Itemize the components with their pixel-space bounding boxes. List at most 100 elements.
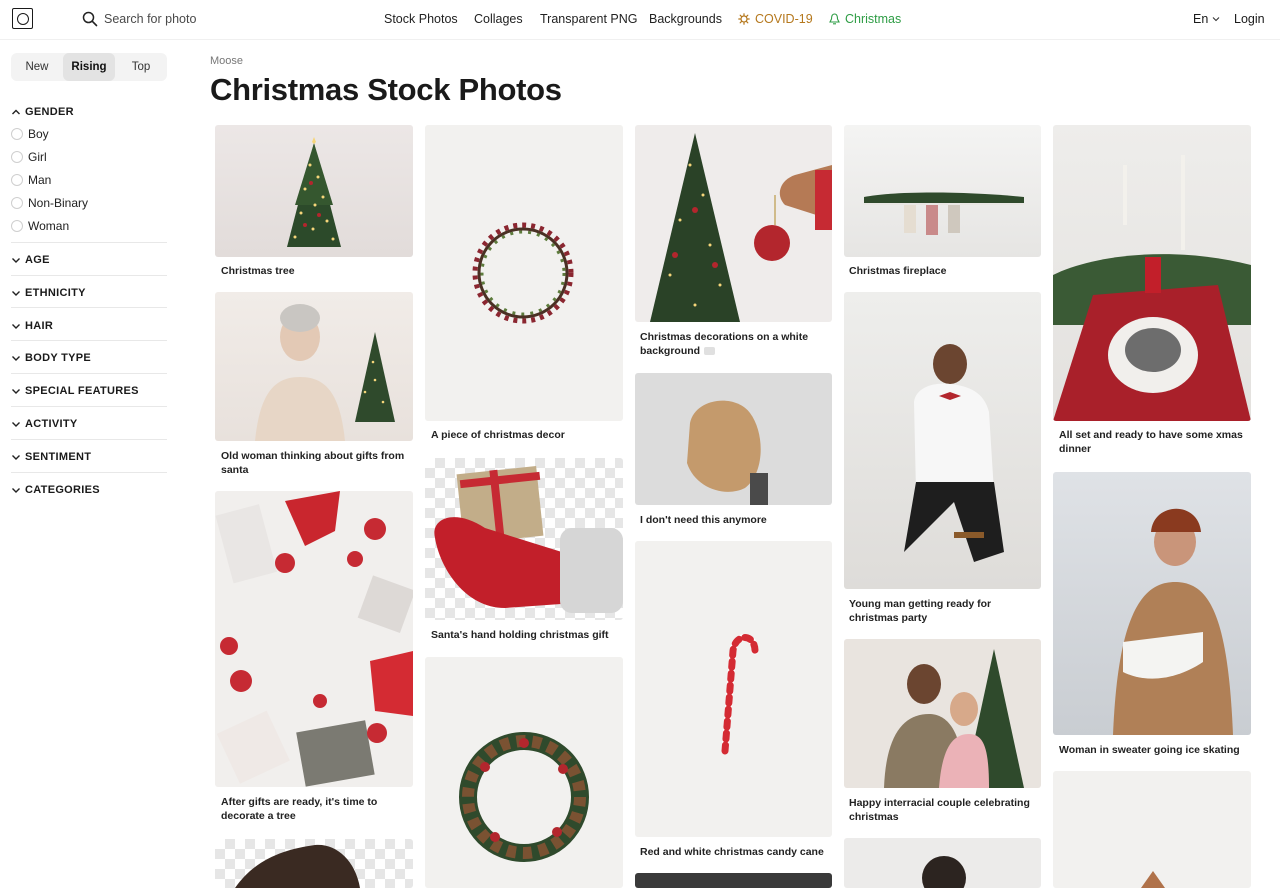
- language-selector[interactable]: En: [1193, 12, 1220, 26]
- chevron-down-icon: [12, 422, 20, 427]
- nav-collages[interactable]: Collages: [474, 0, 523, 38]
- radio-button[interactable]: [11, 197, 23, 209]
- tree-image: [287, 137, 341, 247]
- filter-title: ETHNICITY: [25, 287, 86, 299]
- radio-button[interactable]: [11, 220, 23, 232]
- photo-xmas-dinner[interactable]: [1053, 125, 1251, 421]
- breadcrumb[interactable]: Moose: [210, 55, 243, 67]
- photo-caption: All set and ready to have some xmas dinn…: [1059, 429, 1243, 455]
- login-link[interactable]: Login: [1234, 12, 1265, 26]
- gender-option-woman[interactable]: Woman: [11, 219, 69, 233]
- photo-christmas-tree[interactable]: [215, 125, 413, 257]
- radio-button[interactable]: [11, 128, 23, 140]
- photo-transparent-hand[interactable]: [215, 839, 413, 888]
- filter-title: CATEGORIES: [25, 484, 100, 496]
- divider: [11, 439, 167, 440]
- photo-caption: Christmas decorations on a white backgro…: [640, 331, 809, 357]
- photo-caption: Red and white christmas candy cane: [640, 846, 824, 858]
- photo-ice-skating[interactable]: [1053, 472, 1251, 735]
- photo-couple[interactable]: [844, 639, 1041, 788]
- photo-caption: Christmas tree: [221, 265, 295, 277]
- photo-caption: Woman in sweater going ice skating: [1059, 744, 1240, 756]
- nav-backgrounds[interactable]: Backgrounds: [649, 0, 722, 38]
- photo-man-bottom[interactable]: [844, 838, 1041, 888]
- option-label: Non-Binary: [28, 196, 89, 210]
- couple-image: [884, 649, 1024, 788]
- divider: [11, 340, 167, 341]
- filter-ethnicity[interactable]: ETHNICITY: [11, 285, 167, 301]
- filter-gender[interactable]: GENDER: [11, 104, 167, 120]
- dinner-image: [1053, 155, 1251, 421]
- filter-activity[interactable]: ACTIVITY: [11, 416, 167, 432]
- portrait-image: [922, 856, 966, 888]
- search-input[interactable]: [96, 9, 256, 29]
- nav-transparent-png[interactable]: Transparent PNG: [540, 0, 638, 38]
- ai-badge-icon: [704, 347, 716, 356]
- mitten-image: [434, 466, 623, 613]
- option-label: Girl: [28, 150, 47, 164]
- filter-special-features[interactable]: SPECIAL FEATURES: [11, 383, 167, 399]
- photo-young-man[interactable]: [844, 292, 1041, 589]
- filter-categories[interactable]: CATEGORIES: [11, 482, 167, 498]
- nav-stock-photos[interactable]: Stock Photos: [384, 0, 458, 38]
- filter-hair[interactable]: HAIR: [11, 318, 167, 334]
- filter-age[interactable]: AGE: [11, 252, 167, 268]
- chevron-down-icon: [12, 488, 20, 493]
- filter-sentiment[interactable]: SENTIMENT: [11, 449, 167, 465]
- chevron-down-icon: [12, 291, 20, 296]
- page-title: Christmas Stock Photos: [210, 72, 562, 107]
- photo-christmas-decor[interactable]: [425, 125, 623, 421]
- chevron-down-icon: [12, 389, 20, 394]
- photo-caption: Young man getting ready for christmas pa…: [849, 598, 992, 624]
- bell-icon: [829, 13, 840, 25]
- woman-image: [255, 304, 395, 441]
- radio-button[interactable]: [11, 151, 23, 163]
- photo-caption: Old woman thinking about gifts from sant…: [221, 450, 405, 476]
- candy-cane-image: [721, 634, 759, 755]
- sort-toggle: New Rising Top: [11, 53, 167, 81]
- gender-option-man[interactable]: Man: [11, 173, 51, 187]
- photo-fireplace[interactable]: [844, 125, 1041, 257]
- photo-gifts-flatlay[interactable]: [215, 491, 413, 787]
- sort-new[interactable]: New: [11, 53, 63, 81]
- virus-icon: [738, 13, 750, 25]
- photo-old-woman[interactable]: [215, 292, 413, 441]
- filter-title: HAIR: [25, 320, 54, 332]
- filter-title: GENDER: [25, 106, 74, 118]
- top-bar: Stock Photos Collages Transparent PNG Ba…: [0, 0, 1280, 40]
- radio-button[interactable]: [11, 174, 23, 186]
- filter-body-type[interactable]: BODY TYPE: [11, 350, 167, 366]
- photo-caption: Christmas fireplace: [849, 265, 947, 277]
- option-label: Woman: [28, 219, 70, 233]
- photo-caption: I don't need this anymore: [640, 514, 767, 526]
- photo-bottom-right[interactable]: [1053, 771, 1251, 888]
- nav-christmas[interactable]: Christmas: [829, 0, 901, 38]
- chevron-down-icon: [12, 455, 20, 460]
- photo-dark[interactable]: [635, 873, 832, 888]
- photo-santa-hand[interactable]: [425, 458, 623, 620]
- photo-caption: Happy interracial couple celebrating chr…: [849, 797, 1030, 823]
- gifts-image: [215, 491, 413, 787]
- filter-title: AGE: [25, 254, 50, 266]
- gender-option-boy[interactable]: Boy: [11, 127, 49, 141]
- photo-pinecone-wreath[interactable]: [425, 657, 623, 888]
- chevron-down-icon: [12, 258, 20, 263]
- sort-top[interactable]: Top: [115, 53, 167, 81]
- gender-option-non-binary[interactable]: Non-Binary: [11, 196, 88, 210]
- sort-rising[interactable]: Rising: [63, 53, 115, 81]
- skating-image: [1113, 508, 1233, 735]
- logo-icon[interactable]: [12, 8, 33, 29]
- photo-candy-cane[interactable]: [635, 541, 832, 837]
- photo-decorations-white[interactable]: [635, 125, 832, 322]
- gender-option-girl[interactable]: Girl: [11, 150, 47, 164]
- filter-title: BODY TYPE: [25, 352, 92, 364]
- decorations-image: [650, 133, 832, 322]
- photo-caption: Santa's hand holding christmas gift: [431, 629, 609, 641]
- photo-sweater[interactable]: [635, 373, 832, 505]
- nav-covid[interactable]: COVID-19: [738, 0, 813, 38]
- chevron-down-icon: [1212, 17, 1220, 22]
- option-label: Man: [28, 173, 52, 187]
- filter-title: ACTIVITY: [25, 418, 78, 430]
- chevron-up-icon: [12, 109, 20, 115]
- fireplace-image: [864, 192, 1024, 235]
